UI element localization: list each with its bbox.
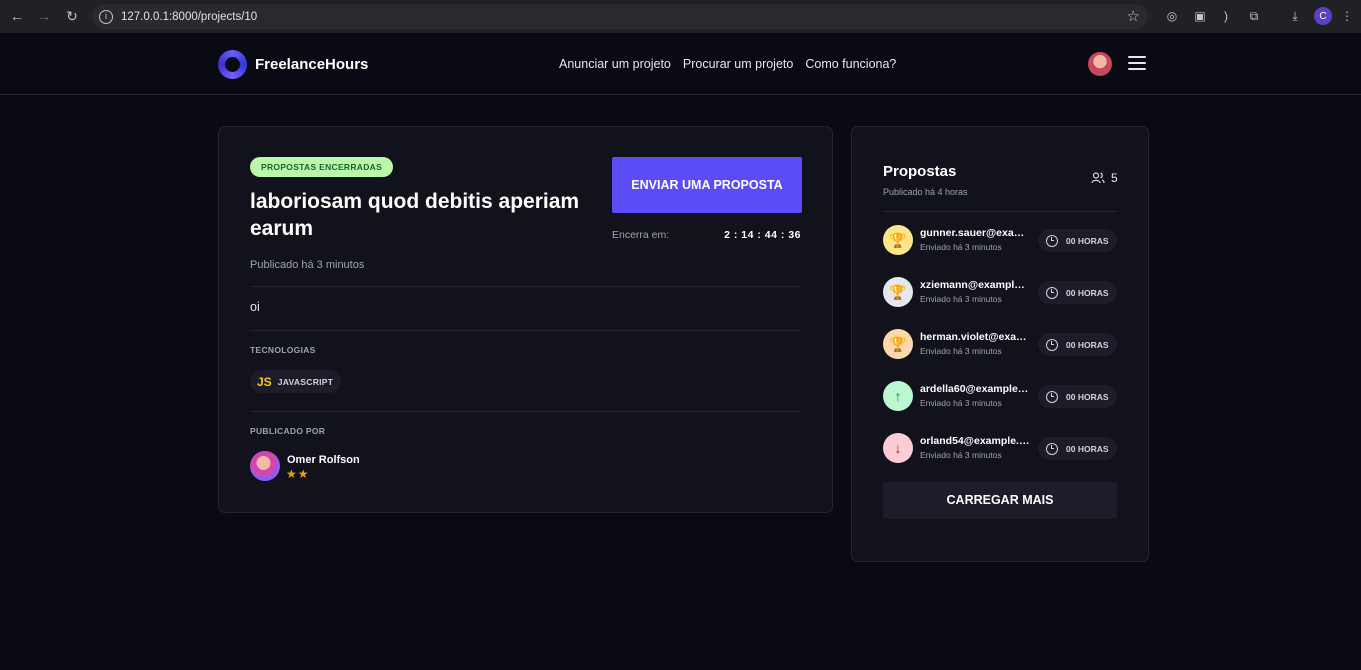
tech-label: JAVASCRIPT: [277, 376, 334, 387]
url-text[interactable]: 127.0.0.1:8000/projects/10: [121, 11, 257, 23]
trophy-silver-icon: 🏆: [883, 277, 913, 307]
ends-in-label: Encerra em:: [612, 229, 670, 241]
divider: [250, 411, 801, 412]
clock-icon: [1046, 442, 1058, 455]
main-nav: Anunciar um projeto Procurar um projeto …: [559, 57, 896, 71]
project-card: PROPOSTAS ENCERRADAS laboriosam quod deb…: [218, 126, 833, 513]
proposals-count-value: 5: [1111, 171, 1118, 185]
bookmark-star-icon[interactable]: ☆: [1127, 7, 1140, 25]
download-icon[interactable]: ⤓: [1286, 7, 1304, 25]
site-header: FreelanceHours Anunciar um projeto Procu…: [0, 33, 1361, 95]
nav-link-how-it-works[interactable]: Como funciona?: [805, 57, 896, 71]
hours-chip: 00 HORAS: [1038, 437, 1117, 460]
wave-extension-icon[interactable]: ): [1217, 7, 1235, 25]
hours-value: 00 HORAS: [1066, 339, 1109, 350]
author-name[interactable]: Omer Rolfson: [287, 454, 360, 466]
hours-chip: 00 HORAS: [1038, 281, 1117, 304]
hamburger-menu-icon[interactable]: [1128, 56, 1146, 70]
proposal-email: herman.violet@example.net: [920, 331, 1030, 343]
hours-value: 00 HORAS: [1066, 235, 1109, 246]
technologies-heading: TECNOLOGIAS: [250, 345, 316, 355]
proposal-sent-time: Enviado há 3 minutos: [920, 346, 1002, 356]
brand-name: FreelanceHours: [255, 56, 369, 73]
clock-icon: [1046, 338, 1058, 351]
proposal-row[interactable]: 🏆 xziemann@example.com Enviado há 3 minu…: [883, 277, 1117, 309]
proposals-count: 5: [1091, 171, 1118, 185]
project-published-time: Publicado há 3 minutos: [250, 259, 365, 271]
profile-avatar-icon[interactable]: C: [1314, 7, 1332, 25]
proposal-email: xziemann@example.com: [920, 279, 1030, 291]
status-badge: PROPOSTAS ENCERRADAS: [250, 157, 394, 177]
proposals-title: Propostas: [883, 163, 957, 180]
users-icon: [1091, 172, 1105, 184]
divider: [250, 330, 801, 331]
hours-value: 00 HORAS: [1066, 443, 1109, 454]
proposal-row[interactable]: ↑ ardella60@example.net Enviado há 3 min…: [883, 381, 1117, 413]
puzzle-icon[interactable]: ⧉: [1245, 7, 1263, 25]
load-more-button[interactable]: CARREGAR MAIS: [883, 482, 1117, 519]
site-info-icon[interactable]: i: [99, 9, 113, 24]
author-rating-stars: ★★: [286, 467, 310, 481]
clock-icon: [1046, 390, 1058, 403]
hours-chip: 00 HORAS: [1038, 333, 1117, 356]
arrow-down-icon: ↓: [883, 433, 913, 463]
extension-icon[interactable]: ◎: [1163, 7, 1181, 25]
back-icon[interactable]: ←: [3, 2, 31, 30]
divider: [250, 286, 801, 287]
arrow-up-icon: ↑: [883, 381, 913, 411]
forward-icon[interactable]: →: [30, 2, 58, 30]
author-avatar[interactable]: [250, 451, 280, 481]
project-title: laboriosam quod debitis aperiam earum: [250, 190, 580, 240]
browser-toolbar: ← → ↻ i 127.0.0.1:8000/projects/10 ☆ ◎ ▣…: [0, 0, 1361, 33]
clock-icon: [1046, 286, 1058, 299]
proposal-sent-time: Enviado há 3 minutos: [920, 294, 1002, 304]
reload-icon[interactable]: ↻: [58, 2, 86, 30]
send-proposal-button[interactable]: ENVIAR UMA PROPOSTA: [612, 157, 802, 213]
javascript-icon: JS: [257, 374, 272, 389]
proposals-published-time: Publicado há 4 horas: [883, 187, 968, 197]
proposal-email: orland54@example.com: [920, 435, 1030, 447]
tech-chip-javascript: JS JAVASCRIPT: [250, 370, 342, 393]
countdown-timer: 2 : 14 : 44 : 36: [724, 229, 801, 241]
hours-chip: 00 HORAS: [1038, 229, 1117, 252]
address-bar[interactable]: i 127.0.0.1:8000/projects/10 ☆: [92, 4, 1148, 29]
logo-icon: [218, 50, 247, 79]
trophy-bronze-icon: 🏆: [883, 329, 913, 359]
menu-dots-icon[interactable]: ⋮: [1338, 7, 1356, 25]
user-avatar[interactable]: [1088, 52, 1112, 76]
proposal-row[interactable]: 🏆 herman.violet@example.net Enviado há 3…: [883, 329, 1117, 361]
trophy-gold-icon: 🏆: [883, 225, 913, 255]
hours-value: 00 HORAS: [1066, 287, 1109, 298]
proposal-email: gunner.sauer@example.org: [920, 227, 1030, 239]
proposal-sent-time: Enviado há 3 minutos: [920, 398, 1002, 408]
proposal-row[interactable]: ↓ orland54@example.com Enviado há 3 minu…: [883, 433, 1117, 465]
proposal-row[interactable]: 🏆 gunner.sauer@example.org Enviado há 3 …: [883, 225, 1117, 257]
proposal-sent-time: Enviado há 3 minutos: [920, 450, 1002, 460]
divider: [883, 211, 1117, 212]
hours-chip: 00 HORAS: [1038, 385, 1117, 408]
nav-link-announce[interactable]: Anunciar um projeto: [559, 57, 671, 71]
proposal-sent-time: Enviado há 3 minutos: [920, 242, 1002, 252]
proposal-email: ardella60@example.net: [920, 383, 1030, 395]
project-description: oi: [250, 300, 260, 314]
brand-logo[interactable]: FreelanceHours: [218, 50, 368, 79]
hours-value: 00 HORAS: [1066, 391, 1109, 402]
nav-link-search[interactable]: Procurar um projeto: [683, 57, 793, 71]
clock-icon: [1046, 234, 1058, 247]
published-by-heading: PUBLICADO POR: [250, 426, 326, 436]
proposals-card: Propostas Publicado há 4 horas 5 🏆 gunne…: [851, 126, 1149, 562]
screenshot-extension-icon[interactable]: ▣: [1191, 7, 1209, 25]
